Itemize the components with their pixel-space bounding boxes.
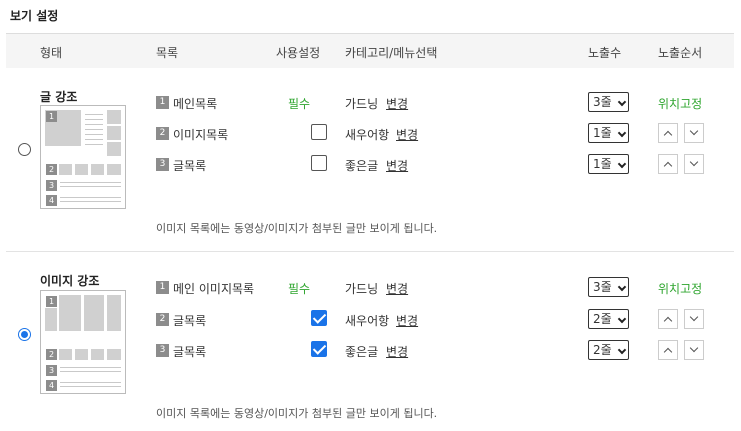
row-number: 1: [156, 281, 169, 294]
list-row: 3 글목록 좋은글 변경 2줄: [6, 340, 734, 362]
change-link[interactable]: 변경: [386, 157, 408, 174]
table-header: 형태 목록 사용설정 카테고리/메뉴선택 노출수 노출순서: [6, 33, 734, 68]
count-select[interactable]: 3줄: [588, 277, 629, 297]
thumb-number: 4: [46, 380, 57, 391]
list-row: 1 메인 이미지목록 필수 가드닝 변경 3줄 위치고정: [6, 277, 734, 299]
chevron-up-icon: [663, 347, 673, 357]
page-title: 보기 설정: [10, 9, 59, 23]
row-number: 2: [156, 127, 169, 140]
header-form: 형태: [40, 46, 63, 60]
chevron-down-icon: [617, 97, 627, 107]
chevron-down-icon: [689, 312, 699, 322]
category-name: 새우어항: [345, 314, 390, 328]
required-label: 필수: [288, 97, 311, 111]
chevron-down-icon: [689, 343, 699, 353]
category-name: 가드닝: [345, 282, 379, 296]
count-select[interactable]: 3줄: [588, 92, 629, 112]
count-value: 2줄: [593, 312, 612, 326]
use-checkbox[interactable]: [311, 310, 327, 326]
count-value: 3줄: [593, 280, 612, 294]
category-name: 새우어항: [345, 128, 390, 142]
use-checkbox[interactable]: [311, 341, 327, 357]
change-link[interactable]: 변경: [396, 126, 418, 143]
count-select[interactable]: 1줄: [588, 123, 629, 143]
section-note: 이미지 목록에는 동영상/이미지가 첨부된 글만 보이게 됩니다.: [156, 222, 438, 235]
thumb-number: 3: [46, 365, 57, 376]
count-value: 3줄: [593, 95, 612, 109]
use-checkbox[interactable]: [311, 124, 327, 140]
row-name: 글목록: [173, 345, 207, 359]
header-use: 사용설정: [276, 46, 321, 60]
header-category: 카테고리/메뉴선택: [345, 46, 438, 60]
change-link[interactable]: 변경: [396, 312, 418, 329]
chevron-up-icon: [663, 316, 673, 326]
category-name: 가드닝: [345, 97, 379, 111]
change-link[interactable]: 변경: [386, 343, 408, 360]
category-name: 좋은글: [345, 345, 379, 359]
list-row: 2 글목록 새우어항 변경 2줄: [6, 309, 734, 331]
section-text-emphasis: 글 강조 1 2 3 4 1 메인목록 필수 가드닝 변경 3줄 위치고정 2: [6, 68, 734, 252]
chevron-down-icon: [617, 282, 627, 292]
row-number: 1: [156, 96, 169, 109]
move-down-button[interactable]: [684, 340, 704, 360]
move-up-button[interactable]: [658, 154, 678, 174]
chevron-down-icon: [689, 126, 699, 136]
count-value: 1줄: [593, 126, 612, 140]
header-order: 노출순서: [658, 46, 703, 60]
chevron-up-icon: [663, 130, 673, 140]
chevron-down-icon: [617, 314, 627, 324]
use-checkbox[interactable]: [311, 155, 327, 171]
list-row: 2 이미지목록 새우어항 변경 1줄: [6, 123, 734, 145]
thumb-number: 4: [46, 195, 57, 206]
row-name: 글목록: [173, 314, 207, 328]
fixed-position-label: 위치고정: [658, 282, 703, 296]
move-up-button[interactable]: [658, 123, 678, 143]
row-number: 3: [156, 344, 169, 357]
row-name: 글목록: [173, 159, 207, 173]
row-number: 2: [156, 313, 169, 326]
count-value: 2줄: [593, 343, 612, 357]
thumb-number: 3: [46, 180, 57, 191]
row-name: 이미지목록: [173, 128, 229, 142]
section-image-emphasis: 이미지 강조 1 2 3 4 1 메인 이미지목록 필수 가드닝 변경 3줄 위…: [6, 253, 734, 431]
chevron-down-icon: [617, 345, 627, 355]
header-list: 목록: [156, 46, 179, 60]
row-name: 메인 이미지목록: [173, 282, 255, 296]
category-name: 좋은글: [345, 159, 379, 173]
count-select[interactable]: 2줄: [588, 309, 629, 329]
list-row: 1 메인목록 필수 가드닝 변경 3줄 위치고정: [6, 92, 734, 114]
move-up-button[interactable]: [658, 309, 678, 329]
chevron-down-icon: [617, 159, 627, 169]
required-label: 필수: [288, 282, 311, 296]
count-select[interactable]: 2줄: [588, 340, 629, 360]
fixed-position-label: 위치고정: [658, 97, 703, 111]
chevron-down-icon: [617, 128, 627, 138]
chevron-down-icon: [689, 157, 699, 167]
move-up-button[interactable]: [658, 340, 678, 360]
change-link[interactable]: 변경: [386, 280, 408, 297]
list-row: 3 글목록 좋은글 변경 1줄: [6, 154, 734, 176]
count-select[interactable]: 1줄: [588, 154, 629, 174]
move-down-button[interactable]: [684, 123, 704, 143]
chevron-up-icon: [663, 161, 673, 171]
row-name: 메인목록: [173, 97, 218, 111]
count-value: 1줄: [593, 157, 612, 171]
section-note: 이미지 목록에는 동영상/이미지가 첨부된 글만 보이게 됩니다.: [156, 407, 438, 420]
row-number: 3: [156, 158, 169, 171]
change-link[interactable]: 변경: [386, 95, 408, 112]
header-count: 노출수: [588, 46, 622, 60]
move-down-button[interactable]: [684, 309, 704, 329]
move-down-button[interactable]: [684, 154, 704, 174]
